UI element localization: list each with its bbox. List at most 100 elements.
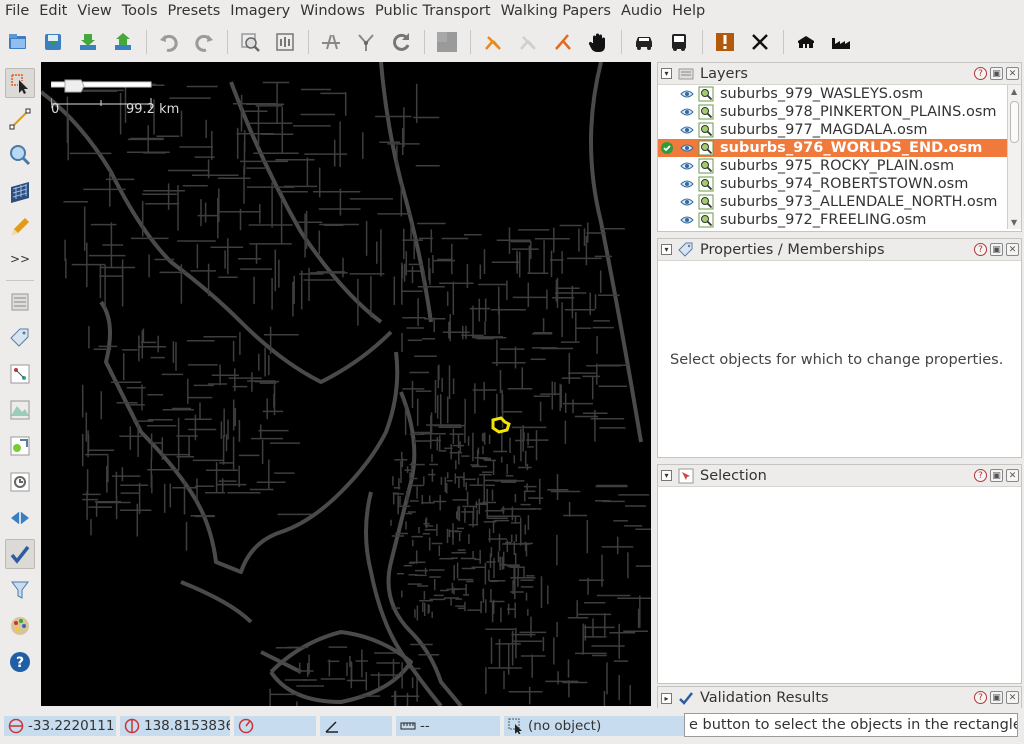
zoom-tool-icon[interactable] xyxy=(5,140,35,170)
panel-close-icon[interactable]: ✕ xyxy=(1006,67,1019,80)
map-paint-icon[interactable] xyxy=(5,503,35,533)
menu-edit[interactable]: Edit xyxy=(36,3,70,19)
layer-row[interactable]: suburbs_973_ALLENDALE_NORTH.osm xyxy=(658,193,1008,211)
properties-panel-header[interactable]: ▾ Properties / Memberships ? ▣ ✕ xyxy=(658,239,1021,261)
menu-help[interactable]: Help xyxy=(669,3,708,19)
palette-icon[interactable] xyxy=(5,611,35,641)
car-icon[interactable] xyxy=(630,28,658,56)
menu-audio[interactable]: Audio xyxy=(618,3,665,19)
history-icon[interactable] xyxy=(5,467,35,497)
relation-icon[interactable] xyxy=(5,359,35,389)
expand-icon[interactable]: ▸ xyxy=(661,692,672,704)
visibility-eye-icon[interactable] xyxy=(680,88,694,100)
menu-file[interactable]: File xyxy=(2,3,32,19)
cross-icon[interactable] xyxy=(746,28,774,56)
menu-walking-papers[interactable]: Walking Papers xyxy=(498,3,614,19)
layer-row[interactable]: suburbs_975_ROCKY_PLAIN.osm xyxy=(658,157,1008,175)
preferences-icon[interactable] xyxy=(271,28,299,56)
visibility-eye-icon[interactable] xyxy=(680,178,694,190)
panel-detach-icon[interactable]: ▣ xyxy=(990,243,1003,256)
undo-icon[interactable] xyxy=(155,28,183,56)
help-icon[interactable]: ? xyxy=(5,647,35,677)
mode-a-icon[interactable] xyxy=(479,28,507,56)
panel-help-icon[interactable]: ? xyxy=(974,67,987,80)
download-icon[interactable] xyxy=(74,28,102,56)
scroll-up-icon[interactable]: ▲ xyxy=(1011,87,1017,96)
panel-close-icon[interactable]: ✕ xyxy=(1006,691,1019,704)
layer-row[interactable]: suburbs_974_ROBERTSTOWN.osm xyxy=(658,175,1008,193)
collapse-icon[interactable]: ▾ xyxy=(661,470,672,481)
map-view[interactable]: 0 99.2 km xyxy=(41,62,651,706)
save-icon[interactable] xyxy=(39,28,67,56)
validation-check-icon[interactable] xyxy=(5,539,35,569)
panel-help-icon[interactable]: ? xyxy=(974,243,987,256)
tag-icon[interactable] xyxy=(5,323,35,353)
collapse-icon[interactable]: ▾ xyxy=(661,68,672,79)
panel-detach-icon[interactable]: ▣ xyxy=(990,67,1003,80)
factory-icon[interactable] xyxy=(827,28,855,56)
menu-imagery[interactable]: Imagery xyxy=(227,3,293,19)
visibility-eye-icon[interactable] xyxy=(680,124,694,136)
refresh-icon[interactable] xyxy=(387,28,415,56)
pan-hand-icon[interactable] xyxy=(584,28,612,56)
visibility-eye-icon[interactable] xyxy=(680,196,694,208)
menu-view[interactable]: View xyxy=(74,3,114,19)
scroll-down-icon[interactable]: ▼ xyxy=(1011,218,1017,227)
layers-icon[interactable] xyxy=(5,395,35,425)
imagery-icon[interactable] xyxy=(433,28,461,56)
visibility-eye-icon[interactable] xyxy=(680,160,694,172)
select-tool-icon[interactable] xyxy=(5,68,35,98)
panel-detach-icon[interactable]: ▣ xyxy=(990,469,1003,482)
upload-icon[interactable] xyxy=(109,28,137,56)
longitude-value: 138.8153836 xyxy=(144,718,230,734)
validation-panel-title: Validation Results xyxy=(700,690,829,706)
more-tools-button[interactable]: >> xyxy=(10,252,30,272)
menu-windows[interactable]: Windows xyxy=(297,3,368,19)
menu-tools[interactable]: Tools xyxy=(119,3,161,19)
combine-icon[interactable] xyxy=(352,28,380,56)
menu-presets[interactable]: Presets xyxy=(165,3,224,19)
scrollbar-thumb[interactable] xyxy=(1010,101,1019,143)
improve-way-icon[interactable] xyxy=(5,176,35,206)
filter-mode-icon[interactable] xyxy=(5,431,35,461)
osm-layer-icon xyxy=(698,194,714,210)
selection-panel-header[interactable]: ▾ Selection ? ▣ ✕ xyxy=(658,465,1021,487)
panel-help-icon[interactable]: ? xyxy=(974,691,987,704)
redo-icon[interactable] xyxy=(190,28,218,56)
layer-list-scrollbar[interactable]: ▲ ▼ xyxy=(1007,85,1021,229)
latitude-icon xyxy=(8,718,24,734)
warning-icon[interactable] xyxy=(711,28,739,56)
validation-panel-header[interactable]: ▸ Validation Results ? ▣ ✕ xyxy=(658,687,1021,709)
filter-icon[interactable] xyxy=(5,575,35,605)
layer-name: suburbs_974_ROBERTSTOWN.osm xyxy=(720,176,969,192)
zoom-to-selection-icon[interactable] xyxy=(236,28,264,56)
layer-row[interactable]: suburbs_978_PINKERTON_PLAINS.osm xyxy=(658,103,1008,121)
pencil-icon[interactable] xyxy=(5,212,35,242)
bus-icon[interactable] xyxy=(665,28,693,56)
left-toolbar: >> ? xyxy=(0,62,40,706)
visibility-eye-icon[interactable] xyxy=(680,106,694,118)
panel-detach-icon[interactable]: ▣ xyxy=(990,691,1003,704)
visibility-eye-icon[interactable] xyxy=(680,142,694,154)
heading-field xyxy=(234,716,316,736)
panel-close-icon[interactable]: ✕ xyxy=(1006,469,1019,482)
mode-c-icon[interactable] xyxy=(549,28,577,56)
collapse-icon[interactable]: ▾ xyxy=(661,244,672,255)
panel-help-icon[interactable]: ? xyxy=(974,469,987,482)
draw-tool-icon[interactable] xyxy=(5,104,35,134)
selected-area-outline[interactable] xyxy=(491,416,511,434)
open-icon[interactable] xyxy=(4,28,32,56)
layer-row[interactable]: suburbs_972_FREELING.osm xyxy=(658,211,1008,229)
mode-b-icon[interactable] xyxy=(514,28,542,56)
layer-row[interactable]: suburbs_977_MAGDALA.osm xyxy=(658,121,1008,139)
layers-panel-header[interactable]: ▾ Layers ? ▣ ✕ xyxy=(658,63,1021,85)
layer-row[interactable]: suburbs_976_WORLDS_END.osm xyxy=(658,139,1008,157)
menu-public-transport[interactable]: Public Transport xyxy=(372,3,494,19)
menu-bar: File Edit View Tools Presets Imagery Windows Pu… xyxy=(0,0,1024,22)
panel-close-icon[interactable]: ✕ xyxy=(1006,243,1019,256)
visibility-eye-icon[interactable] xyxy=(680,214,694,226)
layer-list-icon[interactable] xyxy=(5,287,35,317)
splinetool-icon[interactable] xyxy=(317,28,345,56)
building-icon[interactable] xyxy=(792,28,820,56)
layer-row[interactable]: suburbs_979_WASLEYS.osm xyxy=(658,85,1008,103)
